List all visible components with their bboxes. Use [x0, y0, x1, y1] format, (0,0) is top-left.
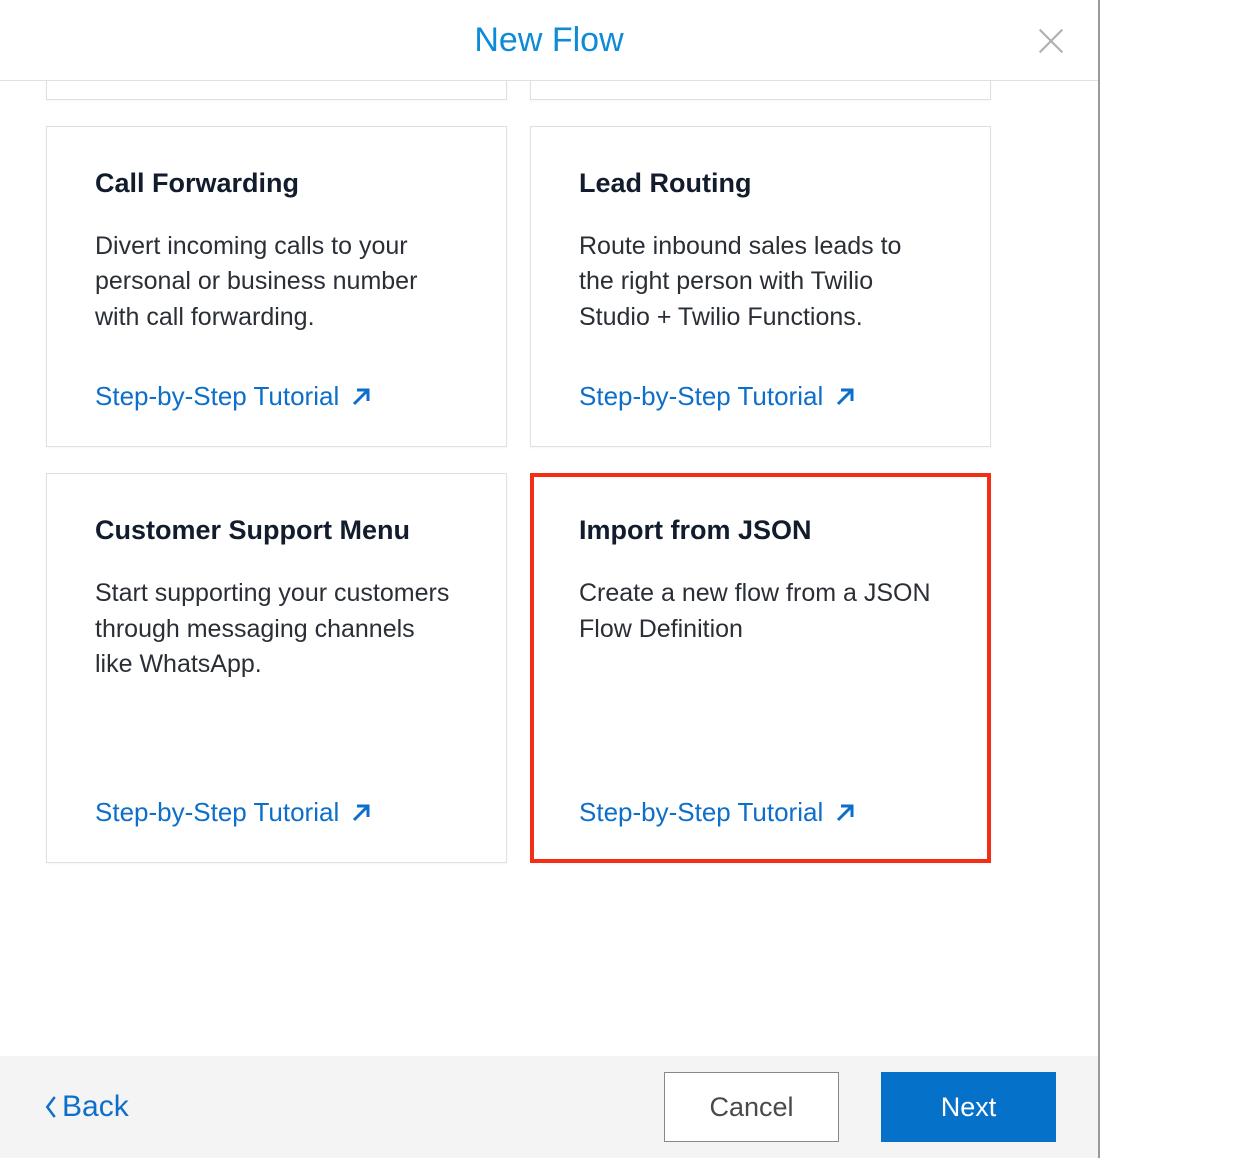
close-icon	[1034, 24, 1068, 58]
template-card-lead-routing[interactable]: Lead Routing Route inbound sales leads t…	[530, 126, 991, 447]
back-button[interactable]: Back	[42, 1090, 129, 1124]
dialog-footer: Back Cancel Next	[0, 1056, 1098, 1158]
close-button[interactable]	[1034, 24, 1068, 58]
tutorial-link[interactable]: Step-by-Step Tutorial	[95, 381, 458, 412]
external-link-icon	[833, 385, 857, 409]
back-label: Back	[62, 1090, 129, 1124]
tutorial-link-label: Step-by-Step Tutorial	[579, 797, 823, 828]
template-card-partial-left[interactable]: Step-by-Step Tutorial	[46, 81, 507, 100]
tutorial-link[interactable]: Step-by-Step Tutorial	[579, 797, 942, 828]
card-title: Import from JSON	[579, 514, 942, 548]
dialog-body: Step-by-Step Tutorial Step-by-Step Tutor…	[0, 81, 1098, 1056]
external-link-icon	[349, 801, 373, 825]
new-flow-dialog: New Flow Step-by-Step Tutorial Step-by-S…	[0, 0, 1100, 1158]
card-description: Create a new flow from a JSON Flow Defin…	[579, 576, 942, 751]
card-title: Lead Routing	[579, 167, 942, 201]
card-title: Call Forwarding	[95, 167, 458, 201]
cancel-button[interactable]: Cancel	[664, 1072, 839, 1142]
tutorial-link-label: Step-by-Step Tutorial	[95, 381, 339, 412]
dialog-title: New Flow	[474, 21, 623, 60]
tutorial-link-label: Step-by-Step Tutorial	[95, 797, 339, 828]
template-grid: Step-by-Step Tutorial Step-by-Step Tutor…	[46, 81, 1052, 863]
tutorial-link-label: Step-by-Step Tutorial	[579, 381, 823, 412]
tutorial-link[interactable]: Step-by-Step Tutorial	[95, 797, 458, 828]
template-card-import-from-json[interactable]: Import from JSON Create a new flow from …	[530, 473, 991, 863]
template-card-partial-right[interactable]: Step-by-Step Tutorial	[530, 81, 991, 100]
external-link-icon	[833, 801, 857, 825]
next-button[interactable]: Next	[881, 1072, 1056, 1142]
dialog-header: New Flow	[0, 0, 1098, 81]
chevron-left-icon	[42, 1092, 60, 1122]
card-title: Customer Support Menu	[95, 514, 458, 548]
card-description: Start supporting your customers through …	[95, 576, 458, 751]
external-link-icon	[349, 385, 373, 409]
card-description: Divert incoming calls to your personal o…	[95, 229, 458, 336]
card-description: Route inbound sales leads to the right p…	[579, 229, 942, 336]
template-card-call-forwarding[interactable]: Call Forwarding Divert incoming calls to…	[46, 126, 507, 447]
tutorial-link[interactable]: Step-by-Step Tutorial	[579, 381, 942, 412]
template-card-customer-support-menu[interactable]: Customer Support Menu Start supporting y…	[46, 473, 507, 863]
